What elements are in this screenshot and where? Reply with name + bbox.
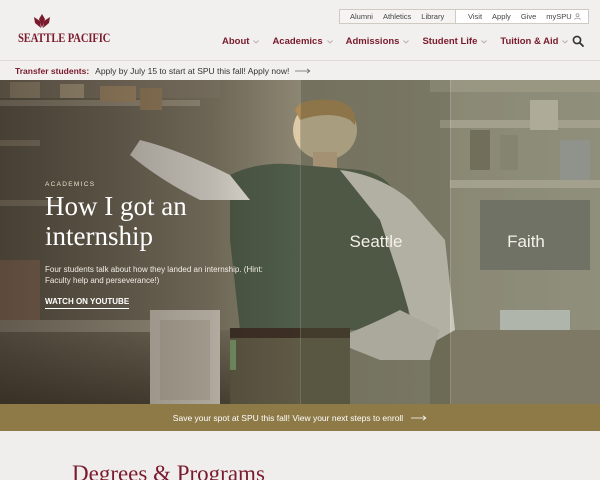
chevron-down-icon <box>326 39 333 44</box>
nav-tuition-aid-label: Tuition & Aid <box>500 36 559 47</box>
chevron-down-icon <box>403 39 410 44</box>
utility-link-apply[interactable]: Apply <box>482 12 511 21</box>
nav-about-label: About <box>222 36 250 47</box>
nav-tuition-aid[interactable]: Tuition & Aid <box>500 36 569 47</box>
utility-nav-primary: Visit Apply Give mySPU <box>455 9 589 24</box>
degrees-title: Degrees & Programs <box>72 461 265 480</box>
utility-link-alumni[interactable]: Alumni <box>340 12 373 21</box>
chevron-down-icon <box>562 39 569 44</box>
chevron-down-icon <box>481 39 488 44</box>
enroll-message: Save your spot at SPU this fall! View yo… <box>172 412 404 423</box>
search-icon[interactable] <box>572 35 584 47</box>
flame-logo-icon <box>34 14 50 28</box>
nav-student-life-label: Student Life <box>422 36 478 47</box>
myspu-label: mySPU <box>546 12 572 21</box>
nav-admissions[interactable]: Admissions <box>346 36 410 47</box>
site-header: SEATTLE PACIFIC Alumni Athletics Library… <box>0 0 600 60</box>
faith-panel[interactable]: Faith <box>450 80 600 404</box>
spu-logo[interactable]: SEATTLE PACIFIC <box>18 13 110 49</box>
hero-title: How I got an internship <box>45 191 187 251</box>
utility-link-athletics[interactable]: Athletics <box>373 12 411 21</box>
arrow-right-icon <box>295 67 311 74</box>
utility-link-visit[interactable]: Visit <box>456 12 482 21</box>
nav-academics-label: Academics <box>272 36 323 47</box>
logo-wordmark: SEATTLE PACIFIC <box>18 30 111 45</box>
main-nav: About Academics Admissions Student Life … <box>222 36 581 47</box>
hero-description: Four students talk about how they landed… <box>45 265 263 285</box>
nav-academics[interactable]: Academics <box>272 36 333 47</box>
hero-eyebrow: ACADEMICS <box>45 181 96 188</box>
faith-panel-label: Faith <box>507 232 545 251</box>
chevron-down-icon <box>253 39 260 44</box>
seattle-panel-label: Seattle <box>349 232 403 251</box>
utility-link-library[interactable]: Library <box>411 12 444 21</box>
nav-about[interactable]: About <box>222 36 260 47</box>
utility-link-give[interactable]: Give <box>511 12 536 21</box>
watch-on-youtube-link[interactable]: WATCH ON YOUTUBE <box>45 297 130 309</box>
announcement-message: Apply by July 15 to start at SPU this fa… <box>95 65 290 76</box>
user-icon <box>574 13 581 20</box>
enroll-banner[interactable]: Save your spot at SPU this fall! View yo… <box>0 404 600 431</box>
utility-link-myspu[interactable]: mySPU <box>536 12 581 21</box>
announcement-label: Transfer students: <box>15 65 90 76</box>
arrow-right-icon <box>411 414 427 421</box>
nav-student-life[interactable]: Student Life <box>422 36 488 47</box>
utility-nav-secondary: Alumni Athletics Library <box>339 9 455 24</box>
hero-section: Seattle Faith ACADEMICS How I got an int… <box>0 80 600 404</box>
transfer-announcement[interactable]: Transfer students: Apply by July 15 to s… <box>0 60 600 80</box>
degrees-section: Degrees & Programs <box>0 431 600 480</box>
seattle-panel[interactable]: Seattle <box>300 80 450 404</box>
nav-admissions-label: Admissions <box>345 36 400 47</box>
